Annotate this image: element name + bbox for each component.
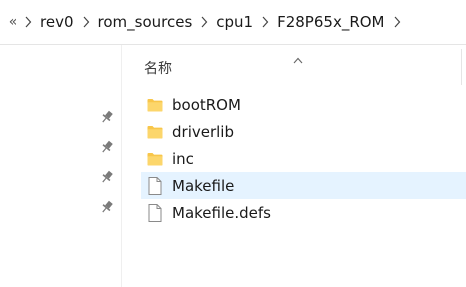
list-item-file-selected[interactable]: Makefile (141, 172, 466, 199)
item-name: driverlib (172, 122, 234, 141)
folder-icon (147, 123, 163, 141)
column-resize-handle[interactable] (461, 49, 462, 85)
pin-icon[interactable] (99, 199, 115, 215)
list-item-folder[interactable]: bootROM (141, 91, 466, 118)
column-header-name[interactable]: 名称 (144, 58, 172, 78)
list-item-folder[interactable]: driverlib (141, 118, 466, 145)
item-name: Makefile.defs (172, 203, 271, 222)
folder-icon (147, 96, 163, 114)
file-explorer-window: « rev0 rom_sources cpu1 F28P65x_ROM 名称 b… (0, 0, 466, 287)
pin-icon[interactable] (99, 139, 115, 155)
breadcrumb-item-rev0[interactable]: rev0 (36, 13, 78, 31)
chevron-right-icon[interactable] (257, 16, 273, 28)
breadcrumb-overflow-button[interactable]: « (6, 14, 20, 30)
navigation-pane (0, 45, 121, 287)
pane-divider[interactable] (121, 45, 122, 287)
breadcrumb: « rev0 rom_sources cpu1 F28P65x_ROM (0, 0, 466, 44)
chevron-right-icon[interactable] (196, 16, 212, 28)
breadcrumb-item-current-folder[interactable]: F28P65x_ROM (273, 13, 388, 31)
list-item-folder[interactable]: inc (141, 145, 466, 172)
folder-icon (147, 150, 163, 168)
list-item-file[interactable]: Makefile.defs (141, 199, 466, 226)
item-name: bootROM (172, 95, 241, 114)
chevron-right-icon[interactable] (78, 16, 94, 28)
pin-icon[interactable] (99, 169, 115, 185)
pin-icon[interactable] (99, 109, 115, 125)
chevron-right-icon[interactable] (389, 16, 405, 28)
file-icon (147, 176, 163, 195)
breadcrumb-item-cpu1[interactable]: cpu1 (212, 13, 257, 31)
item-name: Makefile (172, 176, 235, 195)
chevron-right-icon[interactable] (20, 16, 36, 28)
breadcrumb-item-rom-sources[interactable]: rom_sources (94, 13, 197, 31)
sort-ascending-icon[interactable] (293, 49, 303, 68)
item-name: inc (172, 149, 194, 168)
file-icon (147, 203, 163, 222)
